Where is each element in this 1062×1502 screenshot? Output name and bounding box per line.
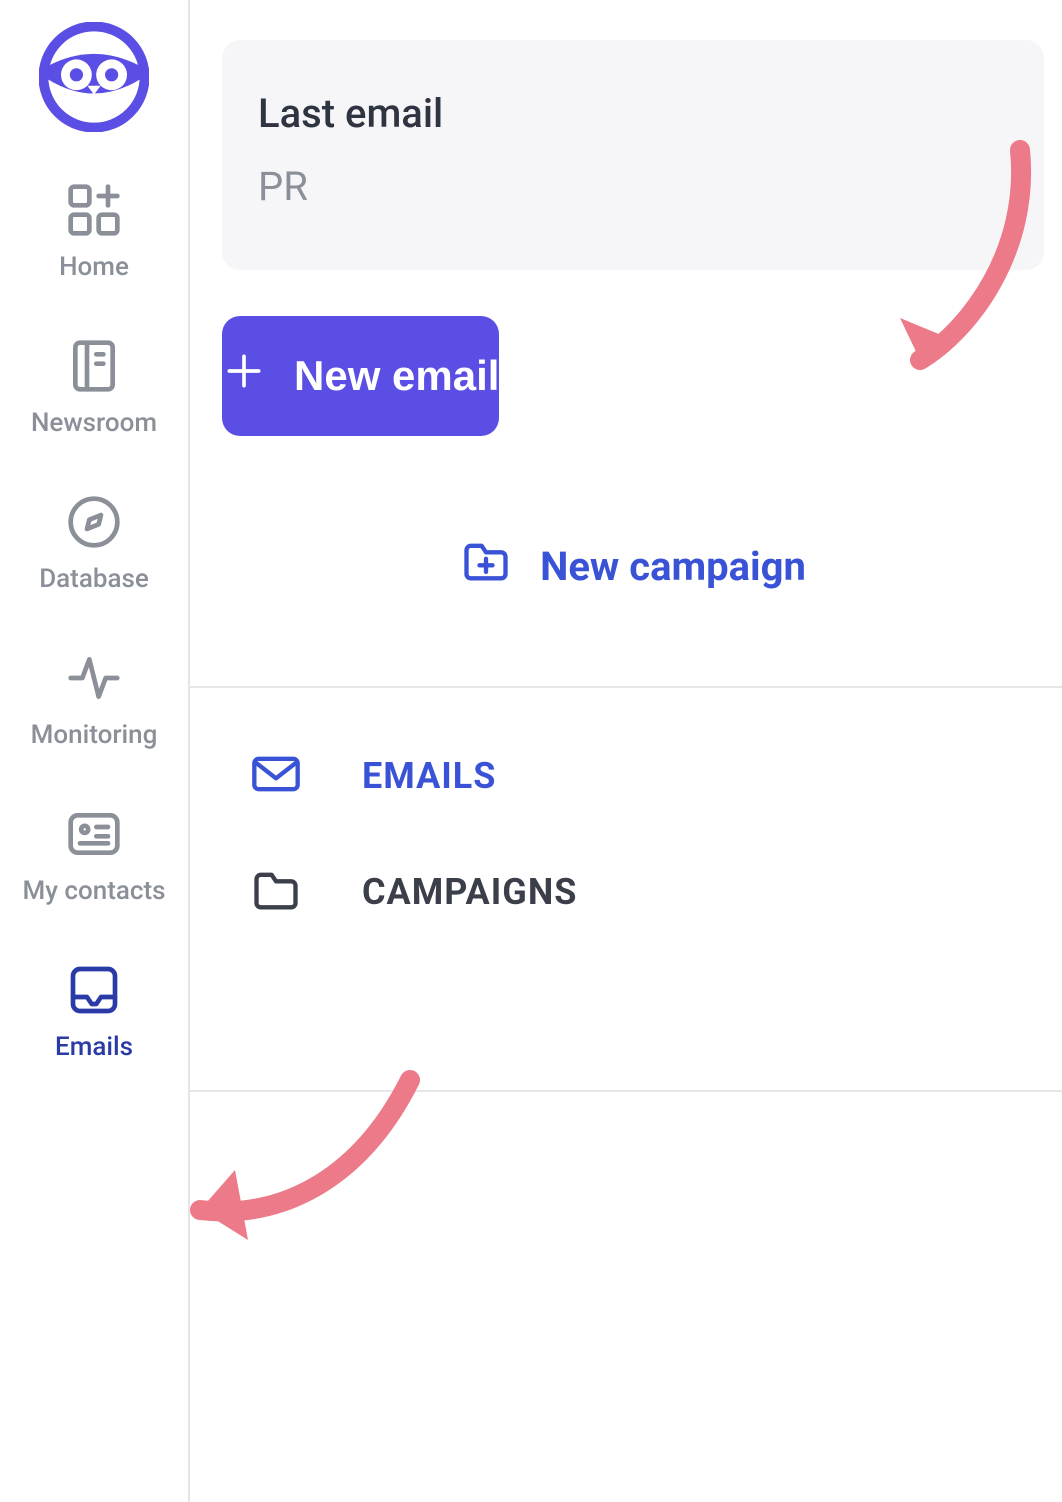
grid-plus-icon [66,182,122,238]
compass-icon [66,494,122,550]
plus-icon [222,349,266,403]
sidebar-item-database[interactable]: Database [39,494,149,594]
new-campaign-button[interactable]: New campaign [222,516,1044,616]
sidebar-item-monitoring[interactable]: Monitoring [31,650,158,750]
section-divider [190,1090,1062,1092]
sidebar-item-emails[interactable]: Emails [55,962,133,1062]
tab-campaigns[interactable]: CAMPAIGNS [250,864,1062,920]
new-campaign-label: New campaign [540,543,806,590]
sidebar-item-label: Newsroom [31,408,157,438]
activity-icon [66,650,122,706]
sidebar-item-newsroom[interactable]: Newsroom [31,338,157,438]
tab-label: EMAILS [362,755,496,797]
new-email-button[interactable]: New email [222,316,499,436]
inbox-icon [66,962,122,1018]
folder-icon [250,864,302,920]
app-root: Home Newsroom Database [0,0,1062,1502]
notebook-icon [66,338,122,394]
last-email-title: Last email [258,90,1008,137]
sidebar-item-my-contacts[interactable]: My contacts [22,806,165,906]
sidebar: Home Newsroom Database [0,0,190,1502]
contact-card-icon [66,806,122,862]
tab-label: CAMPAIGNS [362,871,577,913]
new-email-label: New email [294,352,499,400]
sidebar-item-label: Home [59,252,129,282]
sidebar-item-label: Database [39,564,149,594]
envelope-icon [250,748,302,804]
main-panel: Last email PR New email New campaign [190,0,1062,1502]
sidebar-item-label: Monitoring [31,720,158,750]
sidebar-item-home[interactable]: Home [59,182,129,282]
last-email-subject: PR [258,163,1008,210]
category-list: EMAILS CAMPAIGNS [190,688,1062,1020]
sidebar-item-label: My contacts [22,876,165,906]
sidebar-item-label: Emails [55,1032,133,1062]
tab-emails[interactable]: EMAILS [250,748,1062,804]
last-email-card[interactable]: Last email PR [222,40,1044,270]
folder-plus-icon [460,535,512,597]
app-logo-owl-icon [39,22,149,132]
